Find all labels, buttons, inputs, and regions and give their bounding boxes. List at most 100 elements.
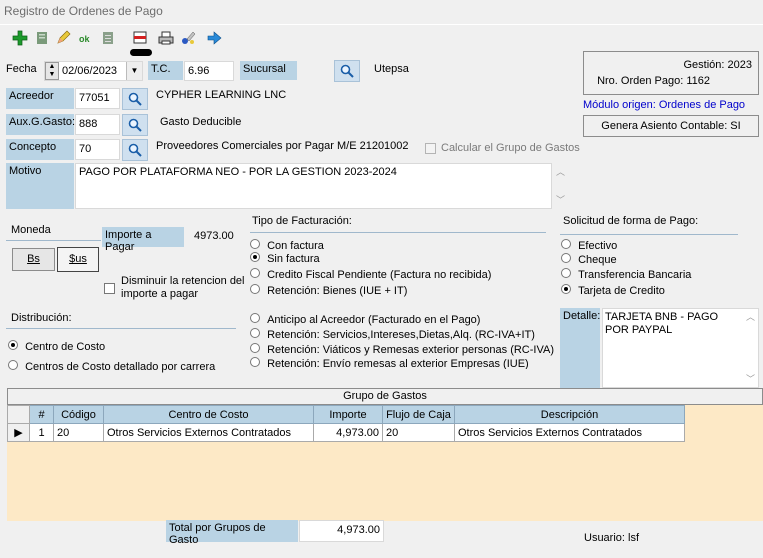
disminuir-label: Disminuir la retencion del importe a pag… bbox=[121, 275, 245, 300]
detalle-textarea[interactable]: TARJETA BNB - PAGO POR PAYPAL bbox=[602, 308, 759, 388]
svg-text:ok: ok bbox=[79, 34, 90, 44]
spin-down-icon[interactable]: ▼ bbox=[46, 71, 58, 79]
usuario-text: Usuario: lsf bbox=[584, 532, 640, 544]
solicitud-label: Solicitud de forma de Pago: bbox=[563, 215, 699, 227]
scroll-down-icon[interactable]: ﹀ bbox=[746, 372, 755, 385]
row-pointer-icon: ▶ bbox=[7, 423, 30, 442]
aux-label: Aux.G.Gasto: bbox=[6, 114, 75, 135]
facturacion-option-2[interactable]: Credito Fiscal Pendiente (Factura no rec… bbox=[250, 268, 491, 281]
search-icon bbox=[128, 143, 142, 157]
solicitud-option-0[interactable]: Efectivo bbox=[561, 239, 617, 252]
detalle-label: Detalle: bbox=[560, 308, 600, 388]
facturacion-option-7[interactable]: Retención: Envío remesas al exterior Emp… bbox=[250, 357, 529, 369]
grupo-gastos-table: # Código Centro de Costo Importe Flujo d… bbox=[7, 405, 685, 442]
table-header-row: # Código Centro de Costo Importe Flujo d… bbox=[7, 405, 685, 424]
scroll-up-icon[interactable]: ︿ bbox=[556, 165, 565, 178]
col-descripcion[interactable]: Descripción bbox=[454, 405, 685, 424]
scroll-down-icon[interactable]: ﹀ bbox=[556, 193, 565, 206]
motivo-label: Motivo bbox=[6, 163, 74, 209]
motivo-textarea[interactable]: PAGO POR PLATAFORMA NEO - POR LA GESTION… bbox=[75, 163, 552, 209]
facturacion-option-0[interactable]: Con factura bbox=[250, 239, 324, 252]
exit-icon[interactable] bbox=[204, 28, 224, 48]
col-centro[interactable]: Centro de Costo bbox=[103, 405, 314, 424]
distribucion-option-0[interactable]: Centro de Costo bbox=[8, 340, 105, 353]
total-value: 4,973.00 bbox=[299, 520, 384, 542]
facturacion-option-6[interactable]: Retención: Viáticos y Remesas exterior p… bbox=[250, 343, 554, 356]
facturacion-option-3[interactable]: Retención: Bienes (IUE + IT) bbox=[250, 284, 407, 297]
acreedor-code-input[interactable]: 77051 bbox=[75, 88, 120, 109]
cell-codigo[interactable]: 20 bbox=[53, 423, 104, 442]
active-tool-indicator bbox=[130, 49, 152, 56]
document-icon[interactable] bbox=[32, 28, 52, 48]
chevron-down-icon[interactable]: ▼ bbox=[126, 62, 142, 80]
row-indicator-header bbox=[7, 405, 30, 424]
tc-label: T.C. bbox=[148, 61, 183, 80]
importe-label: Importe a Pagar bbox=[102, 227, 184, 253]
fecha-label: Fecha bbox=[6, 63, 37, 75]
importe-value: 4973.00 bbox=[194, 230, 234, 242]
cell-importe[interactable]: 4,973.00 bbox=[313, 423, 383, 442]
col-num[interactable]: # bbox=[29, 405, 54, 424]
bs-button[interactable]: Bs bbox=[12, 248, 55, 271]
search-icon bbox=[128, 118, 142, 132]
concepto-label: Concepto bbox=[6, 139, 74, 160]
spin-up-icon[interactable]: ▲ bbox=[46, 63, 58, 71]
moneda-label: Moneda bbox=[11, 224, 51, 236]
concepto-search-button[interactable] bbox=[122, 139, 148, 161]
distribucion-label: Distribución: bbox=[11, 312, 72, 324]
solicitud-option-1[interactable]: Cheque bbox=[561, 253, 617, 266]
acreedor-label: Acreedor bbox=[6, 88, 74, 109]
radio-icon bbox=[250, 343, 260, 353]
scroll-up-icon[interactable]: ︿ bbox=[746, 310, 755, 323]
aux-code-input[interactable]: 888 bbox=[75, 114, 120, 135]
total-label: Total por Grupos de Gasto bbox=[166, 520, 298, 546]
add-icon[interactable] bbox=[10, 28, 30, 48]
grupo-gastos-title: Grupo de Gastos bbox=[7, 388, 763, 405]
radio-icon bbox=[561, 284, 571, 294]
refresh-icon[interactable] bbox=[178, 28, 198, 48]
solicitud-option-3[interactable]: Tarjeta de Credito bbox=[561, 284, 665, 297]
radio-icon bbox=[250, 357, 260, 367]
tc-input[interactable]: 6.96 bbox=[184, 61, 234, 81]
radio-icon bbox=[250, 252, 260, 262]
fecha-spinner[interactable]: ▲ ▼ bbox=[45, 62, 59, 80]
ok-icon[interactable]: ok bbox=[76, 28, 96, 48]
list-icon[interactable] bbox=[98, 28, 118, 48]
cell-descripcion[interactable]: Otros Servicios Externos Contratados bbox=[454, 423, 685, 442]
info-box: Gestión: 2023 Nro. Orden Pago: 1162 bbox=[583, 51, 759, 95]
cell-flujo[interactable]: 20 bbox=[382, 423, 455, 442]
solicitud-option-2[interactable]: Transferencia Bancaria bbox=[561, 268, 691, 281]
radio-icon bbox=[561, 239, 571, 249]
aux-name: Gasto Deducible bbox=[160, 116, 242, 128]
cell-centro[interactable]: Otros Servicios Externos Contratados bbox=[103, 423, 314, 442]
facturacion-label: Tipo de Facturación: bbox=[252, 215, 352, 227]
fecha-value: 02/06/2023 bbox=[62, 65, 118, 77]
radio-icon bbox=[250, 328, 260, 338]
distribucion-option-1[interactable]: Centros de Costo detallado por carrera bbox=[8, 360, 215, 373]
col-importe[interactable]: Importe bbox=[313, 405, 383, 424]
table-row[interactable]: ▶ 1 20 Otros Servicios Externos Contrata… bbox=[7, 423, 685, 442]
cell-num[interactable]: 1 bbox=[29, 423, 54, 442]
radio-icon bbox=[250, 268, 260, 278]
facturacion-option-5[interactable]: Retención: Servicios,Intereses,Dietas,Al… bbox=[250, 328, 535, 341]
concepto-code-input[interactable]: 70 bbox=[75, 139, 120, 160]
calc-grupo-label: Calcular el Grupo de Gastos bbox=[441, 142, 580, 154]
edit-icon[interactable] bbox=[54, 28, 74, 48]
us-button[interactable]: $us bbox=[57, 247, 99, 272]
sucursal-label: Sucursal bbox=[240, 61, 297, 80]
radio-icon bbox=[250, 313, 260, 323]
aux-search-button[interactable] bbox=[122, 114, 148, 136]
facturacion-option-4[interactable]: Anticipo al Acreedor (Facturado en el Pa… bbox=[250, 313, 480, 326]
disminuir-checkbox[interactable] bbox=[104, 283, 115, 294]
col-codigo[interactable]: Código bbox=[53, 405, 104, 424]
print-icon[interactable] bbox=[156, 28, 176, 48]
window-title: Registro de Ordenes de Pago bbox=[4, 4, 163, 18]
facturacion-option-1[interactable]: Sin factura bbox=[250, 252, 320, 265]
sucursal-search-button[interactable] bbox=[334, 60, 360, 82]
calc-grupo-checkbox[interactable] bbox=[425, 143, 436, 154]
delete-icon[interactable] bbox=[130, 28, 150, 48]
acreedor-search-button[interactable] bbox=[122, 88, 148, 110]
col-flujo[interactable]: Flujo de Caja bbox=[382, 405, 455, 424]
genera-asiento-box: Genera Asiento Contable: SI bbox=[583, 115, 759, 137]
detalle-value: TARJETA BNB - PAGO POR PAYPAL bbox=[605, 311, 719, 336]
